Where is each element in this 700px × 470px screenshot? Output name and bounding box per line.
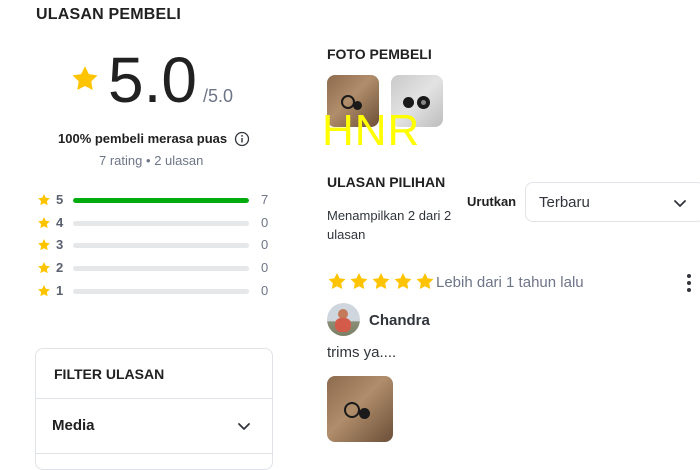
rating-bar-fill <box>73 198 249 203</box>
rating-row-2[interactable]: 2 0 <box>37 259 277 277</box>
rating-bar <box>73 243 249 248</box>
chevron-down-icon[interactable] <box>236 418 252 434</box>
rating-row-5[interactable]: 5 7 <box>37 191 277 209</box>
section-title: ULASAN PEMBELI <box>36 6 182 23</box>
rating-count-line: 7 rating • 2 ulasan <box>99 153 203 168</box>
filter-media-toggle[interactable]: Media <box>52 417 95 434</box>
sort-dropdown[interactable]: Terbaru <box>525 182 700 222</box>
rating-row-1[interactable]: 1 0 <box>37 282 277 300</box>
rating-level-count: 0 <box>261 283 269 298</box>
star-icon <box>350 273 368 289</box>
rating-count: 7 rating <box>99 153 143 168</box>
info-icon[interactable] <box>234 131 250 147</box>
review-count: 2 ulasan <box>154 153 204 168</box>
rating-level-count: 7 <box>261 192 269 207</box>
rating-row-4[interactable]: 4 0 <box>37 214 277 232</box>
rating-level-count: 0 <box>261 237 269 252</box>
filter-card: FILTER ULASAN Media <box>35 348 273 470</box>
rating-level: 4 <box>56 215 64 230</box>
rating-level-count: 0 <box>261 215 269 230</box>
rating-level: 2 <box>56 260 64 275</box>
review-text: trims ya.... <box>327 344 397 361</box>
rating-level-count: 0 <box>261 260 269 275</box>
star-icon <box>38 217 50 229</box>
chevron-down-icon <box>674 200 686 207</box>
star-icon <box>38 194 50 206</box>
rating-bar <box>73 289 249 294</box>
star-icon <box>328 273 346 289</box>
star-icon <box>416 273 434 289</box>
star-icon <box>38 262 50 274</box>
rating-bar <box>73 198 249 203</box>
review-photo-thumbnail[interactable] <box>327 376 393 442</box>
rating-bar <box>73 266 249 271</box>
rating-level: 5 <box>56 192 64 207</box>
star-icon <box>394 273 412 289</box>
divider <box>36 398 272 399</box>
star-icon <box>38 239 50 251</box>
star-icon <box>372 273 390 289</box>
rating-level: 3 <box>56 237 64 252</box>
satisfaction-text: 100% pembeli merasa puas <box>58 131 228 146</box>
star-icon <box>72 66 98 91</box>
buyer-photos-title: FOTO PEMBELI <box>327 46 432 62</box>
sort-label: Urutkan <box>467 194 517 209</box>
reviewer-name: Chandra <box>369 312 430 329</box>
watermark-text: HNR <box>322 106 421 155</box>
divider <box>36 453 272 454</box>
showing-count-text: Menampilkan 2 dari 2 ulasan <box>327 208 452 242</box>
review-timestamp: Lebih dari 1 tahun lalu <box>436 274 584 291</box>
more-vertical-icon[interactable] <box>683 272 695 294</box>
rating-row-3[interactable]: 3 0 <box>37 236 277 254</box>
average-rating: 5.0 <box>108 44 197 116</box>
filter-title: FILTER ULASAN <box>54 366 165 382</box>
avatar <box>327 303 360 336</box>
star-icon <box>38 285 50 297</box>
rating-max: /5.0 <box>203 86 234 106</box>
featured-reviews-title: ULASAN PILIHAN <box>327 174 446 190</box>
review-star-rating <box>328 273 434 289</box>
separator-dot: • <box>146 153 151 168</box>
sort-selected-value: Terbaru <box>539 194 590 211</box>
rating-bar <box>73 221 249 226</box>
rating-level: 1 <box>56 283 64 298</box>
